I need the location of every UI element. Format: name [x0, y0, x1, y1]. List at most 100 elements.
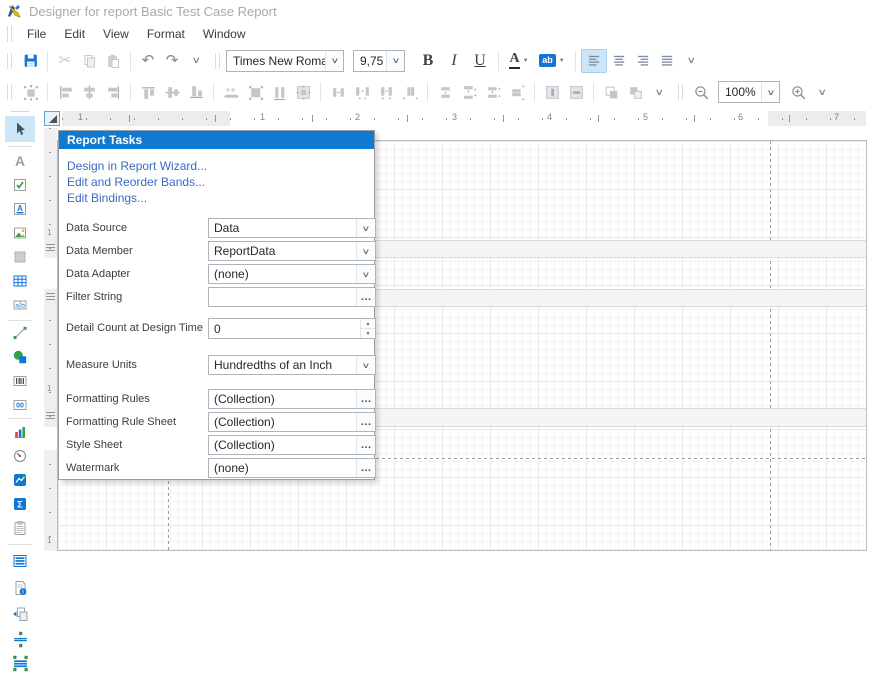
- ellipsis-button[interactable]: …: [356, 413, 375, 431]
- detail-count-spinner[interactable]: 0 ▲ ▼: [208, 318, 376, 339]
- data-adapter-dropdown[interactable]: (none) ∨: [208, 264, 376, 284]
- band-splitter-icon[interactable]: [46, 293, 55, 301]
- zoom-in-button[interactable]: [786, 80, 810, 104]
- alignment-menu-button[interactable]: ∨: [679, 49, 703, 73]
- report-tasks-header[interactable]: Report Tasks: [59, 131, 374, 149]
- link-edit-and-reorder-bands[interactable]: Edit and Reorder Bands...: [67, 175, 205, 189]
- align-right-button[interactable]: [631, 49, 655, 73]
- toolbox-page-break[interactable]: [7, 603, 33, 625]
- font-name-combo[interactable]: Times New Roman ∨: [226, 50, 344, 72]
- highlight-color-button[interactable]: ab ▼: [534, 49, 570, 73]
- chevron-down-icon[interactable]: ∨: [356, 265, 375, 283]
- band-splitter-icon[interactable]: [46, 244, 55, 252]
- formatting-rules-editor[interactable]: (Collection) …: [208, 389, 376, 409]
- size-to-grid-button[interactable]: [243, 80, 267, 104]
- undo-button[interactable]: ↶: [136, 49, 160, 73]
- snap-to-grid-button[interactable]: [18, 80, 42, 104]
- toolbox-cross-band-line[interactable]: [7, 628, 33, 650]
- toolbox-page-info[interactable]: i: [7, 577, 33, 599]
- align-middles-button[interactable]: [160, 80, 184, 104]
- bring-to-front-button[interactable]: [599, 80, 623, 104]
- underline-button[interactable]: U: [467, 49, 493, 73]
- justify-button[interactable]: [655, 49, 679, 73]
- ellipsis-button[interactable]: …: [356, 436, 375, 454]
- center-horizontally-button[interactable]: [540, 80, 564, 104]
- h-spacing-remove-button[interactable]: [398, 80, 422, 104]
- data-member-dropdown[interactable]: ReportData ∨: [208, 241, 376, 261]
- toolbox-pivot-grid[interactable]: Σ: [7, 493, 33, 515]
- toolbox-table-of-contents[interactable]: [7, 550, 33, 572]
- align-rights-button[interactable]: [101, 80, 125, 104]
- chevron-down-icon[interactable]: ∨: [356, 242, 375, 260]
- toolbox-barcode[interactable]: [7, 370, 33, 392]
- v-spacing-remove-button[interactable]: [505, 80, 529, 104]
- h-spacing-increase-button[interactable]: [350, 80, 374, 104]
- filter-string-editor[interactable]: …: [208, 287, 376, 307]
- band-splitter-icon[interactable]: [46, 412, 55, 420]
- toolbox-label[interactable]: A: [7, 150, 33, 172]
- chevron-down-icon[interactable]: ∨: [325, 51, 343, 71]
- menu-edit[interactable]: Edit: [55, 24, 94, 44]
- redo-button[interactable]: ↷: [160, 49, 184, 73]
- save-button[interactable]: [18, 49, 42, 73]
- toolbox-table[interactable]: [7, 270, 33, 292]
- toolbox-pointer[interactable]: [5, 116, 35, 142]
- h-spacing-equal-button[interactable]: [326, 80, 350, 104]
- paste-button[interactable]: [101, 49, 125, 73]
- bold-button[interactable]: B: [415, 49, 441, 73]
- toolbox-sparkline[interactable]: [7, 469, 33, 491]
- menu-view[interactable]: View: [94, 24, 138, 44]
- same-width-button[interactable]: [219, 80, 243, 104]
- align-left-button[interactable]: [581, 49, 607, 73]
- chevron-down-icon[interactable]: ∨: [356, 356, 375, 374]
- align-bottoms-button[interactable]: [184, 80, 208, 104]
- font-color-button[interactable]: A ▼: [504, 49, 534, 73]
- align-lefts-button[interactable]: [53, 80, 77, 104]
- toolbox-shape[interactable]: [7, 346, 33, 368]
- align-centers-button[interactable]: [77, 80, 101, 104]
- copy-button[interactable]: [77, 49, 101, 73]
- toolbox-character-comb[interactable]: a b: [7, 294, 33, 316]
- chevron-down-icon[interactable]: ∨: [386, 51, 404, 71]
- toolbox-cross-band-box[interactable]: [7, 652, 33, 674]
- send-to-back-button[interactable]: [623, 80, 647, 104]
- ruler-corner-button[interactable]: [44, 111, 60, 126]
- zoom-level-combo[interactable]: 100% ∨: [718, 81, 780, 103]
- italic-button[interactable]: I: [441, 49, 467, 73]
- ellipsis-button[interactable]: …: [356, 288, 375, 306]
- toolbox-line[interactable]: [7, 322, 33, 344]
- chevron-down-icon[interactable]: ∨: [761, 82, 779, 102]
- same-height-button[interactable]: [267, 80, 291, 104]
- data-source-dropdown[interactable]: Data ∨: [208, 218, 376, 238]
- toolbox-richtext[interactable]: A: [7, 198, 33, 220]
- same-size-button[interactable]: [291, 80, 315, 104]
- order-menu-button[interactable]: ∨: [647, 80, 671, 104]
- style-sheet-editor[interactable]: (Collection) …: [208, 435, 376, 455]
- measure-units-dropdown[interactable]: Hundredths of an Inch ∨: [208, 355, 376, 375]
- align-tops-button[interactable]: [136, 80, 160, 104]
- link-design-in-report-wizard[interactable]: Design in Report Wizard...: [67, 159, 207, 173]
- v-spacing-equal-button[interactable]: [433, 80, 457, 104]
- menu-window[interactable]: Window: [194, 24, 255, 44]
- spin-down-icon[interactable]: ▼: [361, 329, 375, 338]
- align-center-button[interactable]: [607, 49, 631, 73]
- font-size-combo[interactable]: 9,75 ∨: [353, 50, 405, 72]
- toolbox-panel[interactable]: [7, 246, 33, 268]
- chevron-down-icon[interactable]: ∨: [356, 219, 375, 237]
- toolbox-chart[interactable]: [7, 421, 33, 443]
- ellipsis-button[interactable]: …: [356, 390, 375, 408]
- spin-up-icon[interactable]: ▲: [361, 319, 375, 329]
- v-spacing-decrease-button[interactable]: [481, 80, 505, 104]
- menu-format[interactable]: Format: [138, 24, 194, 44]
- toolbox-checkbox[interactable]: [7, 174, 33, 196]
- h-spacing-decrease-button[interactable]: [374, 80, 398, 104]
- zoom-menu-button[interactable]: ∨: [810, 80, 834, 104]
- toolbox-picture[interactable]: [7, 222, 33, 244]
- zoom-out-button[interactable]: [689, 80, 713, 104]
- toolbox-zipcode[interactable]: 00: [7, 394, 33, 416]
- v-spacing-increase-button[interactable]: [457, 80, 481, 104]
- center-vertically-button[interactable]: [564, 80, 588, 104]
- toolbox-subreport[interactable]: [7, 517, 33, 539]
- toolbox-gauge[interactable]: [7, 445, 33, 467]
- watermark-editor[interactable]: (none) …: [208, 458, 376, 478]
